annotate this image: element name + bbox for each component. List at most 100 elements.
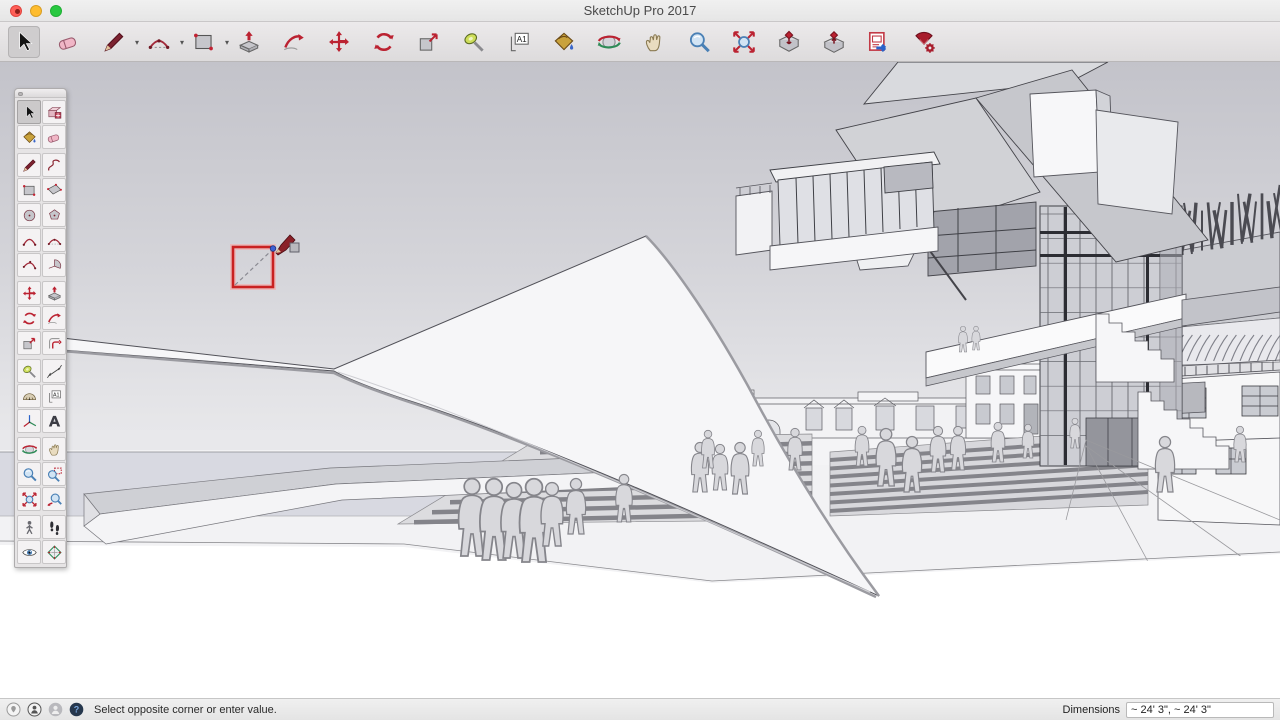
palette-button-follow-me[interactable] — [42, 306, 66, 330]
palette-button-rotated-rectangle[interactable] — [42, 178, 66, 202]
palette-button-walk[interactable] — [42, 515, 66, 539]
palette-button-tape-measure[interactable] — [17, 359, 41, 383]
toolbar-button-zoom[interactable] — [683, 26, 715, 58]
palette-button-polygon[interactable] — [42, 203, 66, 227]
palette-close-icon[interactable] — [18, 91, 23, 96]
geolocation-status-icon[interactable] — [6, 702, 21, 717]
toolbar-button-rotate[interactable] — [368, 26, 400, 58]
close-button[interactable] — [10, 4, 22, 17]
zoom-extents-icon — [21, 491, 37, 507]
get-models-icon — [778, 30, 800, 52]
toolbar-button-two-point-arc[interactable]: ▾ — [143, 26, 184, 58]
palette-button-zoom[interactable] — [17, 462, 41, 486]
rectangle-icon — [194, 33, 213, 50]
palette-button-two-point-arc[interactable] — [42, 228, 66, 252]
circle-icon — [23, 209, 35, 221]
toolbar-button-line[interactable]: ▾ — [98, 26, 139, 58]
palette-button-text[interactable]: A1 — [42, 384, 66, 408]
palette-button-line[interactable] — [17, 153, 41, 177]
palette-button-pan[interactable] — [42, 437, 66, 461]
palette-button-eraser[interactable] — [42, 125, 66, 149]
palette-button-orbit[interactable] — [17, 437, 41, 461]
palette-group: A1 — [17, 359, 66, 433]
toolbar-button-send-to-layout[interactable] — [863, 26, 895, 58]
dropdown-arrow-icon[interactable]: ▾ — [225, 38, 229, 47]
palette-button-make-component[interactable] — [42, 100, 66, 124]
palette-group — [17, 100, 66, 149]
paint-bucket-icon — [22, 130, 36, 143]
palette-button-dimension[interactable] — [42, 359, 66, 383]
toolbar-button-get-models[interactable] — [773, 26, 805, 58]
toolbar-button-share-model[interactable] — [818, 26, 850, 58]
model-viewport[interactable]: A1 — [0, 62, 1280, 698]
palette-button-protractor[interactable] — [17, 384, 41, 408]
palette-button-push-pull[interactable] — [42, 281, 66, 305]
toolbar-button-push-pull[interactable] — [233, 26, 265, 58]
toolbar-button-extension-warehouse[interactable] — [908, 26, 940, 58]
status-bar: ? Select opposite corner or enter value.… — [0, 698, 1280, 720]
toolbar-button-tape-measure[interactable] — [458, 26, 490, 58]
pan-icon — [645, 33, 661, 51]
palette-button-select[interactable] — [17, 100, 41, 124]
palette-button-arc[interactable] — [17, 228, 41, 252]
toolbar-button-rectangle[interactable]: ▾ — [188, 26, 229, 58]
scale-icon — [419, 32, 438, 51]
palette-title-bar[interactable] — [15, 89, 66, 98]
rotated-rectangle-icon — [46, 183, 62, 194]
palette-button-rectangle[interactable] — [17, 178, 41, 202]
palette-button-axes[interactable] — [17, 409, 41, 433]
palette-button-offset[interactable] — [42, 331, 66, 355]
palette-button-zoom-previous[interactable] — [42, 487, 66, 511]
toolbar-button-zoom-extents[interactable] — [728, 26, 760, 58]
toolbar-button-orbit[interactable] — [593, 26, 625, 58]
large-tool-set-palette[interactable]: A1 — [14, 88, 67, 568]
minimize-button[interactable] — [30, 4, 42, 17]
palette-button-look-around[interactable] — [17, 540, 41, 564]
3d-text-icon — [48, 415, 60, 426]
help-status-icon[interactable]: ? — [69, 702, 84, 717]
palette-button-rotate[interactable] — [17, 306, 41, 330]
palette-group — [17, 153, 66, 277]
protractor-icon — [22, 392, 36, 400]
rectangle-icon — [22, 184, 35, 196]
pan-icon — [48, 443, 59, 456]
toolbar-button-pan[interactable] — [638, 26, 670, 58]
credit-attribution-status-icon[interactable] — [27, 702, 42, 717]
toolbar-button-move[interactable] — [323, 26, 355, 58]
palette-button-circle[interactable] — [17, 203, 41, 227]
palette-button-scale[interactable] — [17, 331, 41, 355]
inference-endpoint-dot — [269, 245, 277, 252]
palette-button-pie[interactable] — [42, 253, 66, 277]
palette-button-zoom-window[interactable] — [42, 462, 66, 486]
dropdown-arrow-icon[interactable]: ▾ — [135, 38, 139, 47]
maximize-button[interactable] — [50, 4, 62, 17]
model-canvas[interactable] — [0, 62, 1280, 698]
toolbar-button-paint-bucket[interactable] — [548, 26, 580, 58]
toolbar-button-eraser[interactable] — [53, 26, 85, 58]
dropdown-arrow-icon[interactable]: ▾ — [180, 38, 184, 47]
title-bar[interactable]: SketchUp Pro 2017 — [0, 0, 1280, 22]
palette-button-paint-bucket[interactable] — [17, 125, 41, 149]
line-icon — [22, 158, 36, 172]
palette-button-move[interactable] — [17, 281, 41, 305]
arc-icon — [22, 238, 36, 246]
palette-button-section-plane[interactable] — [42, 540, 66, 564]
toolbar-button-follow-me[interactable] — [278, 26, 310, 58]
select-icon — [25, 105, 35, 118]
toolbar-button-select[interactable] — [8, 25, 40, 58]
palette-button-freehand[interactable] — [42, 153, 66, 177]
make-component-icon — [47, 106, 61, 119]
dimensions-input[interactable] — [1126, 701, 1274, 718]
follow-me-icon — [47, 312, 61, 324]
orbit-icon — [597, 34, 621, 49]
palette-button-position-camera[interactable] — [17, 515, 41, 539]
palette-button-3d-text[interactable] — [42, 409, 66, 433]
three-point-arc-icon — [22, 260, 36, 269]
toolbar-button-scale[interactable] — [413, 26, 445, 58]
svg-text:A1: A1 — [517, 35, 527, 44]
palette-button-three-point-arc[interactable] — [17, 253, 41, 277]
dimension-icon — [46, 364, 62, 378]
toolbar-button-text[interactable]: A1 — [503, 26, 535, 58]
sign-in-status-icon[interactable] — [48, 702, 63, 717]
palette-button-zoom-extents[interactable] — [17, 487, 41, 511]
